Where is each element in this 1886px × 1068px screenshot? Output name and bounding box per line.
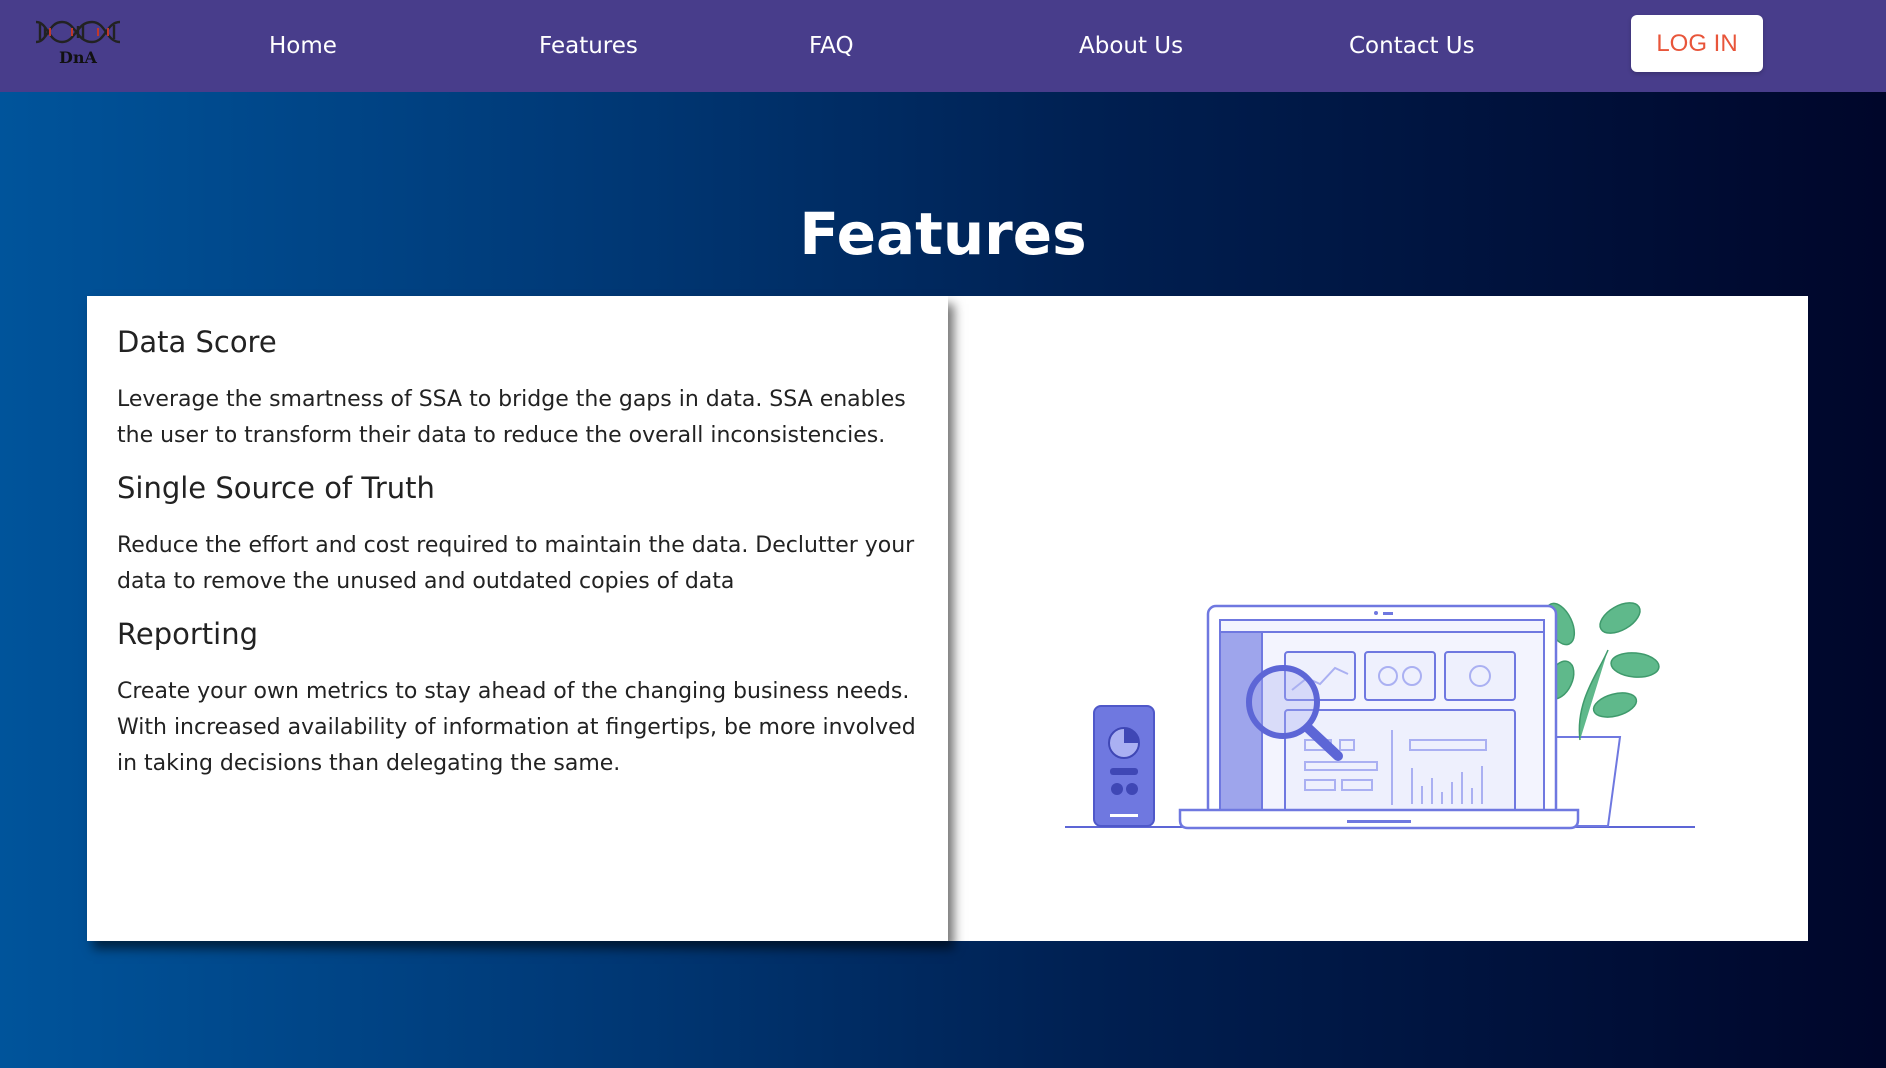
nav-link-features[interactable]: Features	[539, 28, 638, 64]
nav-link-faq[interactable]: FAQ	[809, 28, 854, 64]
feature-description: Create your own metrics to stay ahead of…	[117, 679, 916, 776]
dna-helix-icon	[35, 20, 121, 44]
feature-description: Leverage the smartness of SSA to bridge …	[117, 387, 906, 448]
feature-item-single-source-of-truth: Single Source of Truth Reduce the effort…	[117, 470, 918, 600]
logo-text: DnA	[59, 48, 97, 67]
feature-title: Data Score	[117, 325, 277, 359]
page-title: Features	[799, 200, 1087, 268]
nav-link-home[interactable]: Home	[269, 28, 337, 64]
analytics-illustration	[1060, 590, 1700, 840]
features-text-panel: Data Score Leverage the smartness of SSA…	[87, 296, 948, 941]
dna-logo[interactable]: DnA	[34, 18, 122, 72]
feature-title: Reporting	[117, 617, 258, 651]
login-button[interactable]: LOG IN	[1631, 15, 1763, 72]
feature-description: Reduce the effort and cost required to m…	[117, 533, 915, 594]
feature-title: Single Source of Truth	[117, 471, 435, 505]
nav-link-about-us[interactable]: About Us	[1079, 28, 1183, 64]
feature-item-data-score: Data Score Leverage the smartness of SSA…	[117, 324, 918, 454]
feature-item-reporting: Reporting Create your own metrics to sta…	[117, 616, 918, 782]
nav-link-contact-us[interactable]: Contact Us	[1349, 28, 1475, 64]
laptop-analytics-icon	[1065, 602, 1695, 830]
navbar: DnA Home Features FAQ About Us Contact U…	[0, 0, 1886, 92]
